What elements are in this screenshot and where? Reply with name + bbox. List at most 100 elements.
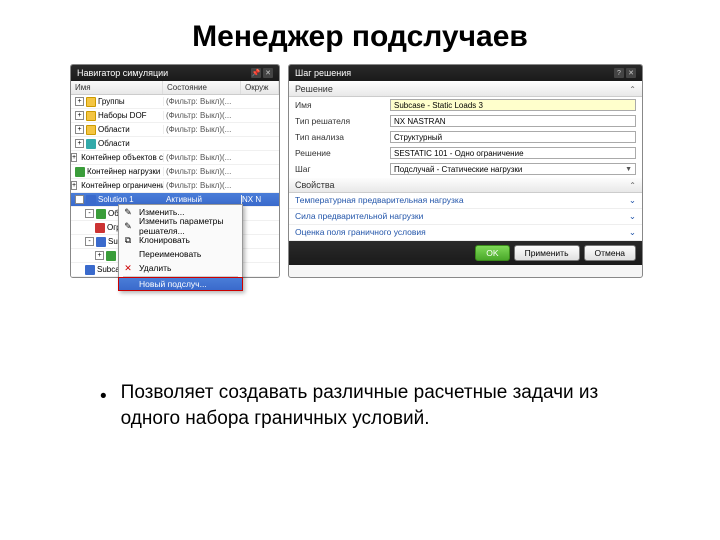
- tree-item-state: Активный: [163, 195, 241, 204]
- property-value: SESTATIC 101 - Одно ограничение: [394, 149, 524, 158]
- section-solution[interactable]: Решение ⌃: [289, 81, 642, 97]
- col-state[interactable]: Состояние: [163, 81, 241, 94]
- tree-toggle-icon[interactable]: +: [71, 153, 77, 162]
- section-properties[interactable]: Свойства ⌃: [289, 177, 642, 193]
- tree-item-state: (Фильтр: Выкл)(...: [163, 125, 241, 134]
- property-input[interactable]: Подслучай - Статические нагрузки▼: [390, 163, 636, 175]
- tree-item-label: Контейнер объектов си...: [81, 153, 163, 162]
- dropdown-arrow-icon: ▼: [625, 166, 632, 173]
- apply-button[interactable]: Применить: [514, 245, 580, 261]
- property-link-label: Температурная предварительная нагрузка: [295, 195, 464, 206]
- solution-title: Шаг решения: [295, 68, 351, 78]
- property-value: NX NASTRAN: [394, 117, 446, 126]
- tree-item-label: Области: [98, 125, 130, 134]
- property-label: Тип решателя: [295, 116, 390, 126]
- property-label: Решение: [295, 148, 390, 158]
- property-row: ШагПодслучай - Статические нагрузки▼: [289, 161, 642, 177]
- tree-toggle-icon[interactable]: +: [71, 181, 77, 190]
- menu-item[interactable]: ✎Изменить параметры решателя...: [119, 219, 242, 233]
- close-icon[interactable]: ✕: [626, 68, 636, 78]
- menu-item-icon: [122, 248, 134, 260]
- tree-toggle-icon[interactable]: -: [85, 209, 94, 218]
- menu-item-icon: ✎: [122, 220, 134, 232]
- red-icon: [95, 223, 105, 233]
- menu-new-subcase[interactable]: Новый подслуч...: [118, 277, 243, 291]
- green-icon: [75, 167, 85, 177]
- tree-toggle-icon[interactable]: +: [95, 251, 104, 260]
- tree-item-state: (Фильтр: Выкл)(...: [163, 111, 241, 120]
- menu-item-icon: ✕: [122, 262, 134, 274]
- property-input: SESTATIC 101 - Одно ограничение: [390, 147, 636, 159]
- property-row: Тип анализаСтруктурный: [289, 129, 642, 145]
- folder-icon: [86, 97, 96, 107]
- menu-item-label: Удалить: [139, 263, 171, 273]
- blue-icon: [96, 237, 106, 247]
- property-row: Тип решателя NX NASTRAN: [289, 113, 642, 129]
- property-input: NX NASTRAN: [390, 115, 636, 127]
- property-row: ИмяSubcase - Static Loads 3: [289, 97, 642, 113]
- navigator-title-bar: Навигатор симуляции 📌 ✕: [71, 65, 279, 81]
- tree-item[interactable]: +Области: [71, 137, 279, 151]
- pin-icon[interactable]: 📌: [251, 68, 261, 78]
- chevron-up-icon: ⌃: [629, 85, 636, 94]
- green-icon: [96, 209, 106, 219]
- tree-item-label: Solution 1: [98, 195, 134, 204]
- menu-item-icon: ⧉: [122, 234, 134, 246]
- close-icon[interactable]: ✕: [263, 68, 273, 78]
- tree-item-label: Наборы DOF: [98, 111, 147, 120]
- menu-item[interactable]: ⧉ Клонировать: [119, 233, 242, 247]
- menu-item-label: Клонировать: [139, 235, 190, 245]
- solution-title-bar: Шаг решения ? ✕: [289, 65, 642, 81]
- menu-item-label: Переименовать: [139, 249, 201, 259]
- green-icon: [106, 251, 116, 261]
- tree-toggle-icon[interactable]: +: [75, 125, 84, 134]
- slide-bullet: • Позволяет создавать различные расчетны…: [100, 380, 640, 431]
- bullet-text: Позволяет создавать различные расчетные …: [121, 380, 640, 431]
- tree-toggle-icon[interactable]: -: [75, 195, 84, 204]
- cancel-button[interactable]: Отмена: [584, 245, 637, 261]
- folder-icon: [86, 125, 96, 135]
- property-value: Subcase - Static Loads 3: [394, 101, 483, 110]
- tree-toggle-icon[interactable]: +: [75, 97, 84, 106]
- property-label: Тип анализа: [295, 132, 390, 142]
- tree-item-state: (Фильтр: Выкл)(...: [163, 153, 241, 162]
- tree-item[interactable]: Контейнер нагрузки(Фильтр: Выкл)(...: [71, 165, 279, 179]
- tree-toggle-icon[interactable]: -: [85, 237, 94, 246]
- tree-item-state: (Фильтр: Выкл)(...: [163, 97, 241, 106]
- property-link[interactable]: Оценка поля граничного условия ⌄: [289, 225, 642, 241]
- ok-button[interactable]: OK: [475, 245, 509, 261]
- tree-item[interactable]: + Контейнер объектов си...(Фильтр: Выкл)(…: [71, 151, 279, 165]
- tree-toggle-icon[interactable]: +: [75, 111, 84, 120]
- chevron-down-icon: ⌄: [629, 195, 636, 206]
- chevron-down-icon: ⌄: [629, 227, 636, 238]
- tree-item[interactable]: + Контейнер ограничени...(Фильтр: Выкл)(.…: [71, 179, 279, 193]
- tree-item-label: Subca: [97, 265, 120, 274]
- property-link[interactable]: Сила предварительной нагрузки ⌄: [289, 209, 642, 225]
- slide-title: Менеджер подслучаев: [0, 0, 720, 64]
- folder-icon: [86, 111, 96, 121]
- property-link-label: Оценка поля граничного условия: [295, 227, 426, 238]
- tree-item-label: Контейнер ограничени...: [81, 181, 163, 190]
- property-link[interactable]: Температурная предварительная нагрузка ⌄: [289, 193, 642, 209]
- tree-item[interactable]: + Наборы DOF (Фильтр: Выкл)(...: [71, 109, 279, 123]
- tree-item-label: Группы: [98, 97, 125, 106]
- tree-toggle-icon[interactable]: +: [75, 139, 84, 148]
- tree-item-state: (Фильтр: Выкл)(...: [163, 181, 241, 190]
- menu-item[interactable]: Переименовать: [119, 247, 242, 261]
- button-bar: OK Применить Отмена: [289, 241, 642, 265]
- property-input[interactable]: Subcase - Static Loads 3: [390, 99, 636, 111]
- tree-item[interactable]: + Группы (Фильтр: Выкл)(...: [71, 95, 279, 109]
- menu-item[interactable]: ✕ Удалить: [119, 261, 242, 275]
- col-name[interactable]: Имя: [71, 81, 163, 94]
- tree-item-label: Контейнер нагрузки: [87, 167, 160, 176]
- menu-new-subcase-label: Новый подслуч...: [139, 279, 207, 289]
- context-menu: ✎Изменить...✎Изменить параметры решателя…: [118, 204, 243, 291]
- help-icon[interactable]: ?: [614, 68, 624, 78]
- bullet-dot-icon: •: [100, 384, 107, 431]
- property-link-label: Сила предварительной нагрузки: [295, 211, 423, 222]
- chevron-down-icon: ⌄: [629, 211, 636, 222]
- col-env[interactable]: Окруж: [241, 81, 279, 94]
- section-solution-label: Решение: [295, 84, 333, 94]
- chevron-up-icon: ⌃: [629, 181, 636, 190]
- tree-item[interactable]: + Области (Фильтр: Выкл)(...: [71, 123, 279, 137]
